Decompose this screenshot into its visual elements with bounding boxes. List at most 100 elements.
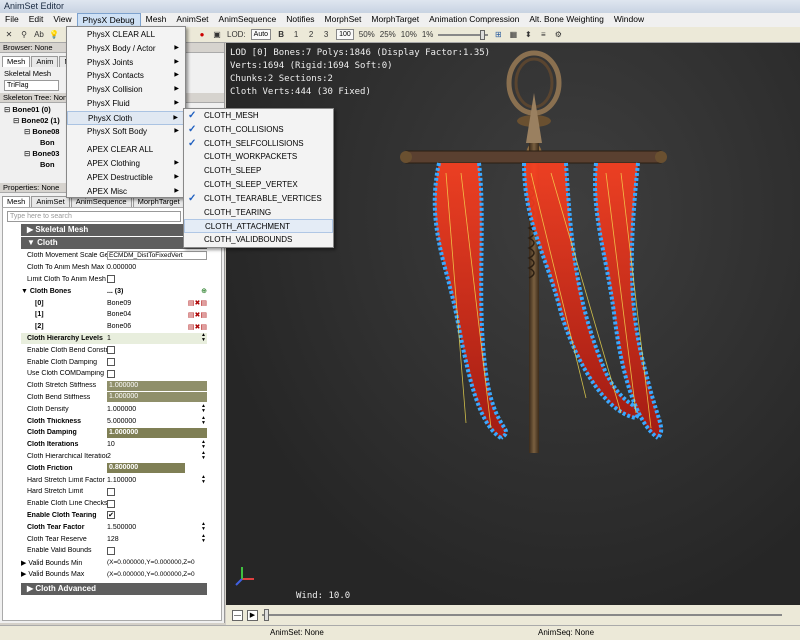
category-cloth-advanced[interactable]: ▶ Cloth Advanced [21,583,207,596]
record-icon[interactable]: ● [197,29,207,40]
menu-physx-debug[interactable]: PhysX Debug [76,13,141,27]
menu-mesh[interactable]: Mesh [141,13,172,27]
menu-morphset[interactable]: MorphSet [320,13,367,27]
menu-animsequence[interactable]: AnimSequence [214,13,282,27]
speed-10-button[interactable]: 10% [401,29,417,40]
cloth-movement-scale-select[interactable]: ECMDM_DistToFixedVert [107,251,207,261]
physx-clear-all[interactable]: PhysX CLEAR ALL [67,28,185,42]
speed-50-button[interactable]: 50% [359,29,375,40]
menu-animation-compression[interactable]: Animation Compression [424,13,524,27]
lod-2-button[interactable]: 2 [306,29,316,40]
menu-file[interactable]: File [0,13,24,27]
physx-body-actor[interactable]: PhysX Body / Actor ▶ [67,42,185,56]
cloth-tearing-item[interactable]: CLOTH_TEARING [184,206,333,220]
physx-collision[interactable]: PhysX Collision ▶ [67,83,185,97]
loop-icon[interactable]: — [232,609,243,621]
cloth-selfcollisions-item[interactable]: ✓ CLOTH_SELFCOLLISIONS [184,137,333,151]
hierarchical-iterations-field[interactable]: 2 [107,453,207,460]
add-bone-icon[interactable]: ⊕ [201,287,207,295]
bend-stiffness-slider[interactable]: 1.000000 [107,392,207,403]
bone-weights-icon[interactable]: ⊞ [493,29,503,40]
enable-bend-checkbox[interactable] [107,346,115,355]
tear-reserve-spinner-icon[interactable]: ▲ ▼ [201,534,207,544]
cloth-density-field[interactable]: 1.000000 [107,406,207,413]
cloth-tearable-vertices-item[interactable]: ✓ CLOTH_TEARABLE_VERTICES [184,192,333,206]
valid-bounds-max-field[interactable]: (X=0.000000,Y=0.000000,Z=0 [107,571,207,578]
tab-mesh[interactable]: Mesh [2,56,31,67]
cloth-mesh-item[interactable]: ✓ CLOTH_MESH [184,109,333,123]
cloth-hierarchy-levels-field[interactable]: 1 [107,335,207,342]
iterations-spinner-icon[interactable]: ▲ ▼ [201,439,207,450]
light-icon[interactable]: 💡 [49,29,59,40]
menu-notifies[interactable]: Notifies [281,13,319,27]
line-checks-checkbox[interactable] [107,499,115,508]
tab-anim[interactable]: Anim [31,56,59,67]
speed-slider[interactable] [438,29,489,40]
physx-cloth[interactable]: PhysX Cloth ▶ [67,110,185,125]
snapshot-icon[interactable]: ▣ [212,29,222,40]
enable-damping-checkbox[interactable] [107,358,115,367]
menu-alt-bone-weighting[interactable]: Alt. Bone Weighting [524,13,609,27]
physx-soft-body[interactable]: PhysX Soft Body ▶ [67,125,185,139]
physx-contacts[interactable]: PhysX Contacts ▶ [67,69,185,83]
speed-1-button[interactable]: 1% [422,29,434,40]
cloth-collisions-item[interactable]: ✓ CLOTH_COLLISIONS [184,123,333,137]
lod-auto-button[interactable]: Auto [250,29,272,40]
tear-reserve-field[interactable]: 128 [107,536,207,543]
stretch-factor-spinner-icon[interactable]: ▲ ▼ [201,475,207,485]
timeline-slider[interactable] [262,609,782,621]
bone-tool-icon[interactable]: ⚲ [19,29,29,40]
play-icon[interactable]: ▶ [247,609,258,621]
tear-factor-field[interactable]: 1.500000 [107,524,207,531]
bone-1-actions-icon[interactable]: ▤✖▤ [188,311,207,319]
tab-props-animset[interactable]: AnimSet [31,196,70,207]
cross-tool-icon[interactable]: ✕ [4,29,14,40]
tear-factor-spinner-icon[interactable]: ▲ ▼ [201,522,207,532]
category-cloth[interactable]: ▼ Cloth [21,237,207,249]
apex-misc[interactable]: APEX Misc ▶ [67,185,185,199]
cloth-sleep-item[interactable]: CLOTH_SLEEP [184,164,333,178]
hard-stretch-factor-field[interactable]: 1.100000 [107,477,207,484]
cloth-friction-slider[interactable]: 0.800000 [107,463,185,474]
apex-clothing[interactable]: APEX Clothing ▶ [67,157,185,171]
menu-window[interactable]: Window [609,13,649,27]
settings-icon[interactable]: ⚙ [553,29,563,40]
cloth-validbounds-item[interactable]: CLOTH_VALIDBOUNDS [184,233,333,247]
menu-view[interactable]: View [48,13,76,27]
cloth-damping-slider[interactable]: 1.000000 [107,427,207,438]
valid-bounds-checkbox[interactable] [107,546,115,555]
menu-animset[interactable]: AnimSet [171,13,213,27]
lod-3-button[interactable]: 3 [321,29,331,40]
enable-tearing-checkbox[interactable]: ✔ [107,511,115,520]
physx-fluid[interactable]: PhysX Fluid ▶ [67,97,185,111]
apex-clear-all[interactable]: APEX CLEAR ALL [67,143,185,157]
menu-edit[interactable]: Edit [24,13,49,27]
thickness-spinner-icon[interactable]: ▲ ▼ [201,416,207,426]
lod-1-button[interactable]: 1 [291,29,301,40]
cloth-thickness-field[interactable]: 5.000000 [107,418,207,425]
valid-bounds-min-field[interactable]: (X=0.000000,Y=0.000000,Z=0 [107,559,207,566]
cloth-workpackets-item[interactable]: CLOTH_WORKPACKETS [184,150,333,164]
hierarchy-spinner-icon[interactable]: ▲ ▼ [201,333,207,343]
text-tool-icon[interactable]: Ab [34,29,44,40]
apex-destructible[interactable]: APEX Destructible ▶ [67,171,185,185]
cloth-to-anim-mesh-max-dist-field[interactable]: 0.000000 [107,264,207,271]
speed-25-button[interactable]: 25% [380,29,396,40]
physx-joints[interactable]: PhysX Joints ▶ [67,56,185,70]
cloth-attachment-item[interactable]: CLOTH_ATTACHMENT [184,219,333,234]
bone-2-actions-icon[interactable]: ▤✖▤ [188,323,207,331]
skeletal-mesh-field[interactable]: TriFlag [4,80,59,91]
category-skeletal-mesh[interactable]: ▶ Skeletal Mesh [21,224,207,236]
grid-icon[interactable]: ▦ [508,29,518,40]
cloth-sleep-vertex-item[interactable]: CLOTH_SLEEP_VERTEX [184,178,333,192]
stretch-stiffness-slider[interactable]: 1.000000 [107,380,207,391]
use-comdamping-checkbox[interactable] [107,369,115,378]
density-spinner-icon[interactable]: ▲ ▼ [201,404,207,414]
hard-stretch-limit-checkbox[interactable] [107,487,115,496]
speed-100-button[interactable]: 100 [336,29,354,40]
menu-morphtarget[interactable]: MorphTarget [366,13,424,27]
hier-iter-spinner-icon[interactable]: ▲ ▼ [201,451,207,461]
limit-cloth-checkbox[interactable] [107,275,115,284]
stats-icon[interactable]: ≡ [538,29,548,40]
bone-0-actions-icon[interactable]: ▤✖▤ [188,299,207,307]
